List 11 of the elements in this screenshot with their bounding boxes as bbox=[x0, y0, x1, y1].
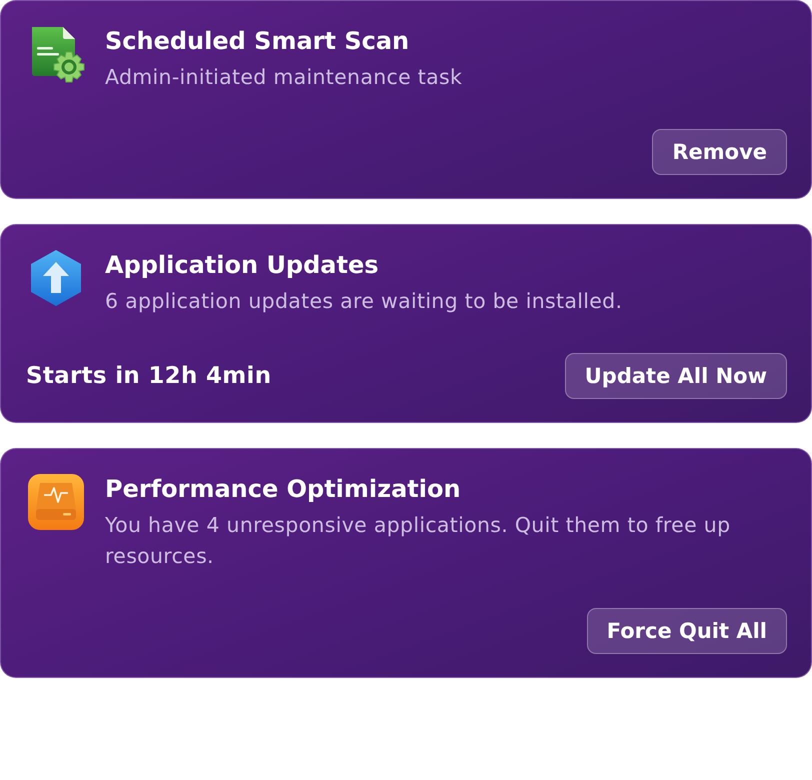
action-button[interactable]: Force Quit All bbox=[586, 608, 787, 654]
card-title: Performance Optimization bbox=[105, 474, 462, 505]
drive-pulse-icon bbox=[27, 473, 85, 531]
card-description: Admin-initiated maintenance task bbox=[105, 64, 462, 91]
card-title: Scheduled Smart Scan bbox=[105, 26, 410, 57]
start-time-label: Starts in 12h 4min bbox=[26, 363, 272, 389]
action-button[interactable]: Remove bbox=[652, 129, 787, 175]
action-button[interactable]: Update All Now bbox=[564, 353, 787, 399]
card-description: You have 4 unresponsive applications. Quit them to free up resources. bbox=[105, 512, 732, 570]
card-description: 6 application updates are waiting to be installed. bbox=[105, 288, 622, 315]
card-title: Application Updates bbox=[105, 250, 380, 281]
